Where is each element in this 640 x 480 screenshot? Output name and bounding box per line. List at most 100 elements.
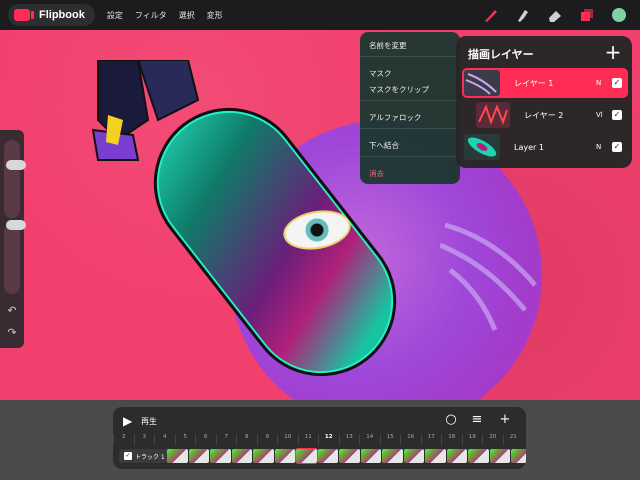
menu-rename[interactable]: 名前を変更 [369,40,407,51]
menu-select[interactable]: 選択 [179,10,195,21]
ruler-tick: 4 [154,434,175,445]
frame-thumbnail[interactable] [468,449,489,463]
layers-title: 描画レイヤー [468,48,534,61]
plus-icon: + [604,40,622,64]
frame-thumbnail[interactable] [253,449,274,463]
layer-thumbnail [464,70,500,96]
layer-name: レイヤー 1 [514,78,554,88]
menu-settings[interactable]: 設定 [107,10,123,21]
frame-strip [167,448,526,464]
frame-thumbnail[interactable] [511,449,526,463]
ruler-tick: 16 [400,434,421,445]
eraser-icon [549,11,561,22]
undo-icon: ↶ [7,304,17,317]
redo-button[interactable]: ↷ [5,326,19,340]
flipbook-logo-icon [14,9,34,21]
ruler-tick: 15 [379,434,401,445]
layers-tool-button[interactable] [576,4,598,26]
blend-mode[interactable]: N [596,79,601,87]
ruler-tick: 11 [297,434,319,445]
play-label[interactable]: 再生 [141,416,157,427]
visibility-checkbox[interactable]: ✓ [612,110,622,120]
play-button[interactable]: ▶ [123,414,132,428]
ruler-tick-current: 12 [318,434,339,445]
menu-divider [360,128,460,129]
menu-divider [360,56,460,57]
smudge-tool-button[interactable] [512,4,534,26]
tool-group [480,4,630,26]
frame-thumbnail[interactable] [210,449,231,463]
menu-merge-down[interactable]: 下へ結合 [369,140,399,151]
plus-icon: + [499,412,511,427]
brush-size-thumb[interactable] [6,160,26,170]
frame-thumbnail[interactable] [425,449,446,463]
menu-divider [360,156,460,157]
color-picker-icon [612,8,626,22]
eraser-tool-button[interactable] [544,4,566,26]
track-header[interactable]: ✓ トラック 1 [119,449,170,463]
track-checkbox[interactable]: ✓ [124,452,132,460]
menu-transform[interactable]: 変形 [207,10,223,21]
app-name: Flipbook [39,9,85,21]
ruler-tick: 10 [277,434,298,445]
blend-mode[interactable]: Vl [596,111,603,119]
layers-icon [581,9,593,21]
smudge-icon [518,10,528,22]
stack-button[interactable]: ≡ [469,412,485,428]
frame-thumbnail-current[interactable] [295,448,318,464]
frame-thumbnail[interactable] [231,449,252,463]
frame-thumbnail[interactable] [446,449,467,463]
timeline-panel: ▶ 再生 ○ ≡ + 2 3 4 5 6 7 8 9 10 11 12 13 1… [113,407,526,469]
frame-ruler[interactable]: 2 3 4 5 6 7 8 9 10 11 12 13 14 15 16 17 … [113,434,526,445]
layer-thumbnail [476,102,510,128]
frame-thumbnail[interactable] [403,449,424,463]
layer-row[interactable]: レイヤー 2 Vl ✓ [462,100,628,130]
frame-thumbnail[interactable] [188,449,209,463]
ruler-tick: 6 [195,434,216,445]
ruler-tick: 21 [502,434,524,445]
undo-button[interactable]: ↶ [5,304,19,318]
brush-tool-button[interactable] [480,4,502,26]
brush-size-slider[interactable] [4,140,26,218]
ruler-tick: 14 [359,434,380,445]
comment-button[interactable]: ○ [443,412,459,428]
menu-divider [360,100,460,101]
menu-alpha-lock[interactable]: アルファロック [369,112,421,123]
top-menu: 設定 フィルタ 選択 変形 [107,10,223,21]
frame-thumbnail[interactable] [317,449,338,463]
frame-thumbnail[interactable] [489,449,510,463]
visibility-checkbox[interactable]: ✓ [612,78,622,88]
brush-icon [485,10,497,22]
add-layer-button[interactable]: + [602,40,624,64]
comment-icon: ○ [445,412,457,427]
ruler-tick: 9 [256,434,278,445]
layer-row[interactable]: レイヤー 1 N ✓ [462,68,628,98]
track-name: トラック 1 [135,453,165,461]
add-frame-button[interactable]: + [497,412,513,428]
frame-thumbnail[interactable] [167,449,188,463]
layer-name: Layer 1 [514,142,544,152]
ruler-tick: 19 [461,434,483,445]
menu-filter[interactable]: フィルタ [135,10,167,21]
frame-thumbnail[interactable] [339,449,360,463]
opacity-slider[interactable] [4,220,26,294]
menu-delete[interactable]: 消去 [369,168,384,179]
opacity-thumb[interactable] [6,220,26,230]
color-picker-button[interactable] [608,4,630,26]
ruler-tick: 13 [338,434,360,445]
ruler-tick: 17 [420,434,442,445]
layers-panel: 描画レイヤー + レイヤー 1 N ✓ レイヤー 2 Vl ✓ Layer 1 … [456,36,632,168]
visibility-checkbox[interactable]: ✓ [612,142,622,152]
layer-name: レイヤー 2 [524,110,564,120]
frame-thumbnail[interactable] [382,449,403,463]
left-sidebar: ↶ ↷ [0,130,26,348]
menu-mask[interactable]: マスク [369,68,392,79]
layer-row[interactable]: Layer 1 N ✓ [462,132,628,162]
menu-clip-mask[interactable]: マスクをクリップ [369,84,429,95]
blend-mode[interactable]: N [596,143,601,151]
ruler-tick: 3 [133,434,155,445]
frame-thumbnail[interactable] [360,449,381,463]
gallery-button[interactable]: Flipbook [8,4,95,26]
frame-thumbnail[interactable] [274,449,295,463]
ruler-tick: 2 [113,434,134,445]
